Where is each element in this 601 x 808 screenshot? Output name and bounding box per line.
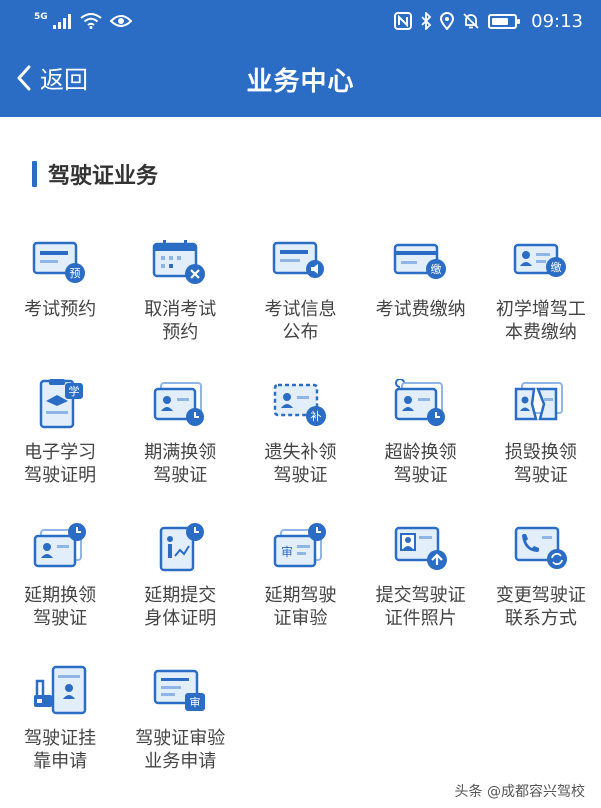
service-label: 变更驾驶证 联系方式 [495,585,586,629]
status-right: 09:13 [394,11,583,32]
battery-icon [488,13,521,29]
service-overage-renewal[interactable]: 超龄换领 驾驶证 [361,379,481,522]
service-label: 驾驶证挂 靠申请 [24,728,97,772]
exam-booking-icon: 预 [32,241,86,283]
service-cancel-exam-booking[interactable]: 取消考试 预约 [120,236,240,379]
svg-text:补: 补 [311,410,322,423]
service-label: 延期提交 身体证明 [144,585,217,629]
service-lost-replacement[interactable]: 补 遗失补领 驾驶证 [240,379,360,522]
exam-info-icon [273,241,325,278]
watermark: 头条 @成都容兴驾校 [454,784,585,800]
svg-text:缴: 缴 [550,260,561,274]
deferred-renewal-icon [33,523,87,568]
location-icon [440,12,455,30]
signal-icon [52,13,71,29]
exam-fee-icon: 缴 [393,243,446,279]
eye-icon [109,15,132,27]
affiliation-icon [34,665,87,715]
service-affiliation[interactable]: 驾驶证挂 靠申请 [0,665,120,808]
study-certificate-icon: 学 [39,379,84,429]
lost-replacement-icon: 补 [274,383,327,426]
expiry-renewal-icon [154,382,205,426]
svg-text:审: 审 [281,544,293,559]
damaged-renewal-icon [514,382,563,421]
bluetooth-icon [421,12,432,30]
status-left: 5G [34,12,132,29]
status-bar: 5G 09:13 [0,0,601,42]
service-label: 考试预约 [24,299,97,320]
header: 5G 09:13 返回 业务中心 [0,0,601,117]
review-application-icon: 审 [154,669,206,711]
service-label: 初学增驾工 本费缴纳 [495,299,586,343]
service-label: 驾驶证审验 业务申请 [135,728,226,772]
service-deferred-renewal[interactable]: 延期换领 驾驶证 [0,522,120,665]
service-review-application[interactable]: 审 驾驶证审验 业务申请 [120,665,240,808]
service-label: 延期换领 驾驶证 [24,585,97,629]
service-photo-upload[interactable]: 提交驾驶证 证件照片 [361,522,481,665]
svg-text:预: 预 [70,267,81,280]
network-type-label: 5G [34,12,48,22]
service-cost-payment[interactable]: 缴 初学增驾工 本费缴纳 [481,236,601,379]
service-label: 取消考试 预约 [144,299,217,343]
cost-payment-icon: 缴 [513,243,566,277]
section-accent-bar [32,161,37,187]
section-title: 驾驶证业务 [48,164,159,189]
service-expiry-renewal[interactable]: 期满换领 驾驶证 [120,379,240,522]
svg-text:审: 审 [190,695,201,709]
service-grid: 预 考试预约 取消考试 预约 考试信息 公布 缴 考试费缴纳 缴 初学增驾工 本… [0,236,601,808]
mute-icon [463,13,479,29]
page-title: 业务中心 [246,67,355,97]
svg-text:学: 学 [69,384,80,398]
service-exam-info[interactable]: 考试信息 公布 [240,236,360,379]
service-deferred-review[interactable]: 审 延期驾驶 证审验 [240,522,360,665]
service-label: 考试信息 公布 [264,299,337,343]
service-contact-change[interactable]: 变更驾驶证 联系方式 [481,522,601,665]
deferred-review-icon: 审 [274,523,327,568]
status-time: 09:13 [531,10,583,32]
wifi-icon [80,13,102,29]
service-label: 期满换领 驾驶证 [144,442,217,486]
contact-change-icon [514,526,567,569]
service-label: 电子学习 驾驶证明 [24,442,97,486]
service-label: 损毁换领 驾驶证 [504,442,577,486]
section-heading: 驾驶证业务 [32,160,159,189]
overage-renewal-icon [394,379,445,426]
service-label: 提交驾驶证 证件照片 [375,585,466,629]
service-health-certificate[interactable]: 延期提交 身体证明 [120,522,240,665]
service-exam-booking[interactable]: 预 考试预约 [0,236,120,379]
service-label: 延期驾驶 证审验 [264,585,337,629]
service-study-certificate[interactable]: 学 电子学习 驾驶证明 [0,379,120,522]
service-exam-fee[interactable]: 缴 考试费缴纳 [361,236,481,379]
service-label: 遗失补领 驾驶证 [264,442,337,486]
service-label: 考试费缴纳 [375,299,466,320]
service-label: 超龄换领 驾驶证 [384,442,457,486]
health-certificate-icon [160,523,205,572]
cancel-calendar-icon [153,240,206,284]
svg-text:缴: 缴 [430,262,441,276]
service-damaged-renewal[interactable]: 损毁换领 驾驶证 [481,379,601,522]
nfc-icon [394,12,413,30]
nav-bar: 返回 业务中心 [0,42,601,117]
photo-upload-icon [394,526,447,570]
